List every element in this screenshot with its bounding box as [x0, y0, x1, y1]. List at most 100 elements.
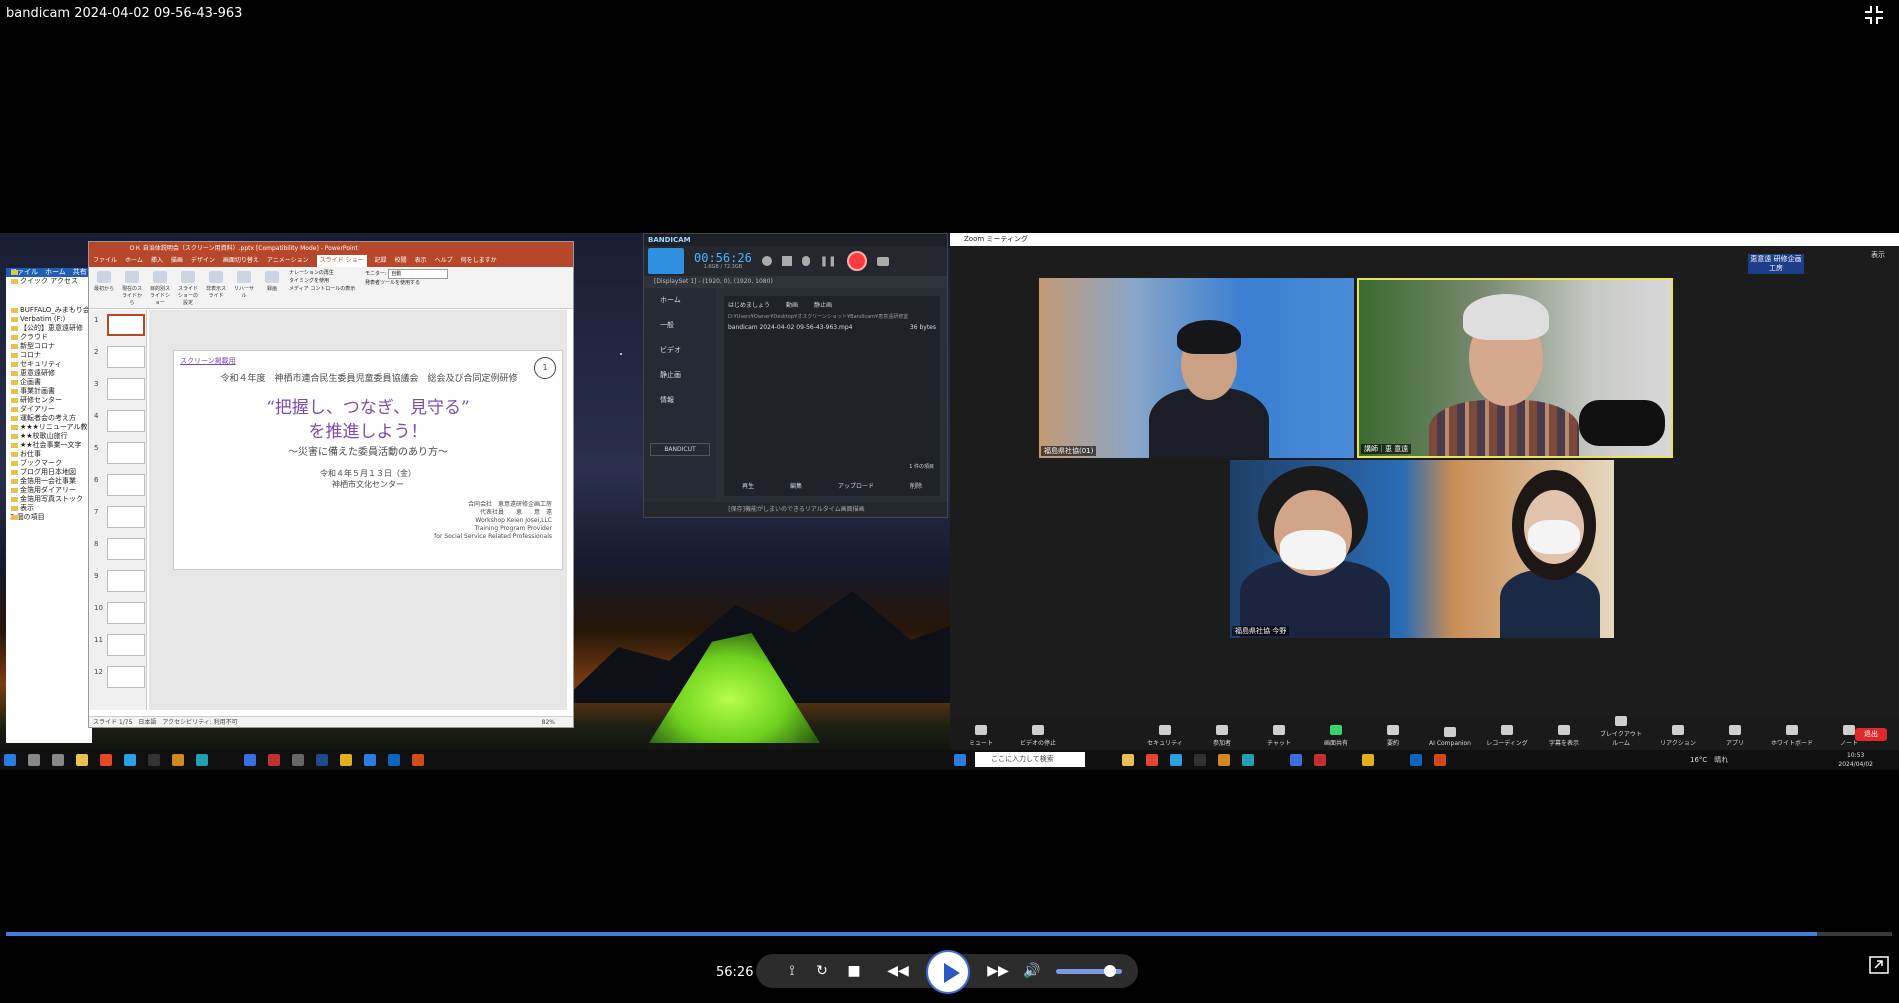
edge-icon[interactable] [196, 754, 208, 766]
tab-video[interactable]: 動画 [786, 300, 798, 309]
slide-thumbnail[interactable] [107, 442, 145, 464]
nav-image[interactable]: 静止画 [644, 363, 716, 388]
slide-thumbnail[interactable] [107, 410, 145, 432]
list-item[interactable]: 【公的】恵意遠研修 [6, 324, 92, 333]
volume-icon[interactable]: 🔊 [1022, 961, 1042, 981]
taskview-icon[interactable] [52, 754, 64, 766]
exit-fullscreen-icon[interactable] [1863, 4, 1885, 26]
list-item[interactable]: 金箔用写真ストック [6, 495, 92, 504]
leave-button[interactable]: 退出 [1855, 728, 1887, 741]
tab-transitions[interactable]: 画面切り替え [223, 255, 259, 267]
custom-show-button[interactable]: 目的別スライドショー [149, 269, 171, 306]
list-item[interactable]: 金箔用一会社事業 [6, 477, 92, 486]
tab-getting-started[interactable]: はじめましょう [728, 300, 770, 309]
list-item[interactable]: ★★★リニューアル教科 [6, 423, 92, 432]
slide-thumbnail[interactable] [107, 602, 145, 624]
list-item[interactable]: 表示 [6, 504, 92, 513]
seek-bar[interactable] [6, 932, 1892, 936]
nav-general[interactable]: 一般 [644, 313, 716, 338]
view-button[interactable]: 表示 [1871, 250, 1885, 260]
monitor-select[interactable]: 自動 [388, 269, 449, 279]
slide-thumbnail[interactable] [107, 506, 145, 528]
stop-record-button[interactable] [846, 251, 867, 271]
captions-button[interactable]: 字幕を表示 [1543, 725, 1585, 747]
list-item[interactable]: ★★校歌山旅行 [6, 432, 92, 441]
slide-thumbnail[interactable] [107, 666, 145, 688]
slide-thumbnail[interactable] [107, 378, 145, 400]
start-icon[interactable] [954, 754, 966, 766]
app-icon[interactable] [100, 754, 112, 766]
app-icon[interactable] [172, 754, 184, 766]
record-button[interactable]: レコーディング [1486, 725, 1528, 747]
camera-icon[interactable] [876, 256, 889, 266]
app-icon[interactable] [316, 754, 328, 766]
from-current-button[interactable]: 現在のスライドから [121, 269, 143, 306]
tab-design[interactable]: デザイン [191, 255, 215, 267]
tab-animations[interactable]: アニメーション [267, 255, 309, 267]
whiteboard-button[interactable]: ホワイトボード [1771, 725, 1813, 747]
slide-thumbnail[interactable] [107, 570, 145, 592]
forward-icon[interactable]: ▶▶ [982, 961, 1014, 981]
share-screen-button[interactable]: 画面共有 [1315, 725, 1357, 747]
search-icon[interactable] [28, 754, 40, 766]
outlook-icon[interactable] [388, 754, 400, 766]
play-button[interactable]: 再生 [742, 481, 754, 490]
stop-icon[interactable]: ■ [844, 961, 864, 981]
play-icon[interactable] [926, 950, 970, 994]
chrome-icon[interactable] [340, 754, 352, 766]
chat-button[interactable]: チャット [1258, 725, 1300, 747]
ai-companion-button[interactable]: AI Companion [1429, 727, 1471, 747]
loop-icon[interactable]: ↻ [812, 961, 832, 981]
zoom-icon[interactable] [244, 754, 256, 766]
edge-icon[interactable] [1242, 754, 1254, 766]
powerpoint-icon[interactable] [412, 754, 424, 766]
app-icon[interactable] [1194, 754, 1206, 766]
nav-video[interactable]: ビデオ [644, 338, 716, 363]
list-item[interactable]: セキュリティ [6, 360, 92, 369]
hide-slide-button[interactable]: 非表示スライド [205, 269, 227, 306]
explorer-ribbon[interactable]: ファイル ホーム 共有 [6, 268, 92, 277]
taskbar-clock[interactable]: 10:53 2024/04/02 [1838, 751, 1873, 769]
list-item[interactable]: ブログ用日本地図 [6, 468, 92, 477]
popout-icon[interactable] [1869, 956, 1889, 974]
mute-button[interactable]: ミュート [960, 725, 1002, 747]
tab-images[interactable]: 静止画 [814, 300, 832, 309]
file-row[interactable]: bandicam 2024-04-02 09-56-43-963.mp4 36 b… [724, 320, 940, 335]
app-icon[interactable] [1146, 754, 1158, 766]
rehearse-button[interactable]: リハーサル [233, 269, 255, 306]
presenter-view-checkbox[interactable]: 発表者ツールを使用する [365, 279, 475, 287]
list-item[interactable]: クラウド [6, 333, 92, 342]
list-item[interactable]: BUFFALO_みまもり会議 [6, 306, 92, 315]
current-slide[interactable]: スクリーン掲載用 令和４年度 神栖市連合民生委員児童委員協議会 総会及び合同定例… [173, 350, 563, 570]
bandicam-icon[interactable] [268, 754, 280, 766]
microphone-icon[interactable] [801, 256, 810, 266]
tab-review[interactable]: 校閲 [395, 255, 407, 267]
outlook-icon[interactable] [1410, 754, 1422, 766]
bandicam-icon[interactable] [1314, 754, 1326, 766]
start-icon[interactable] [4, 754, 16, 766]
from-beginning-button[interactable]: 最初から [93, 269, 115, 306]
option-checkbox[interactable]: ナレーションの再生 [289, 269, 359, 277]
tab-record[interactable]: 記録 [375, 255, 387, 267]
tell-me-field[interactable]: 何をしますか [461, 255, 497, 267]
slide-thumbnail[interactable] [107, 314, 145, 336]
list-item[interactable]: ★★社会事業一文字 [6, 441, 92, 450]
option-checkbox[interactable]: メディア コントロールの表示 [289, 285, 359, 293]
folder-icon[interactable] [1122, 754, 1134, 766]
list-item[interactable]: 新型コロナ [6, 342, 92, 351]
participants-button[interactable]: 参加者 [1201, 725, 1243, 747]
reactions-button[interactable]: リアクション [1657, 725, 1699, 747]
tab-slideshow[interactable]: スライド ショー [316, 255, 367, 267]
tab-help[interactable]: ヘルプ [435, 255, 453, 267]
participant-video[interactable]: 福島県社協(01) [1039, 278, 1354, 458]
list-item[interactable]: 恵意遠研修 [6, 369, 92, 378]
app-icon[interactable] [1218, 754, 1230, 766]
apps-button[interactable]: アプリ [1714, 725, 1756, 747]
taskbar-search[interactable]: ここに入力して検索 [975, 752, 1085, 767]
delete-button[interactable]: 削除 [910, 481, 922, 490]
list-item[interactable]: 企画書 [6, 378, 92, 387]
slide-thumbnail[interactable] [107, 538, 145, 560]
slide-thumbnail[interactable] [107, 634, 145, 656]
chrome-icon[interactable] [1362, 754, 1374, 766]
app-icon[interactable] [124, 754, 136, 766]
